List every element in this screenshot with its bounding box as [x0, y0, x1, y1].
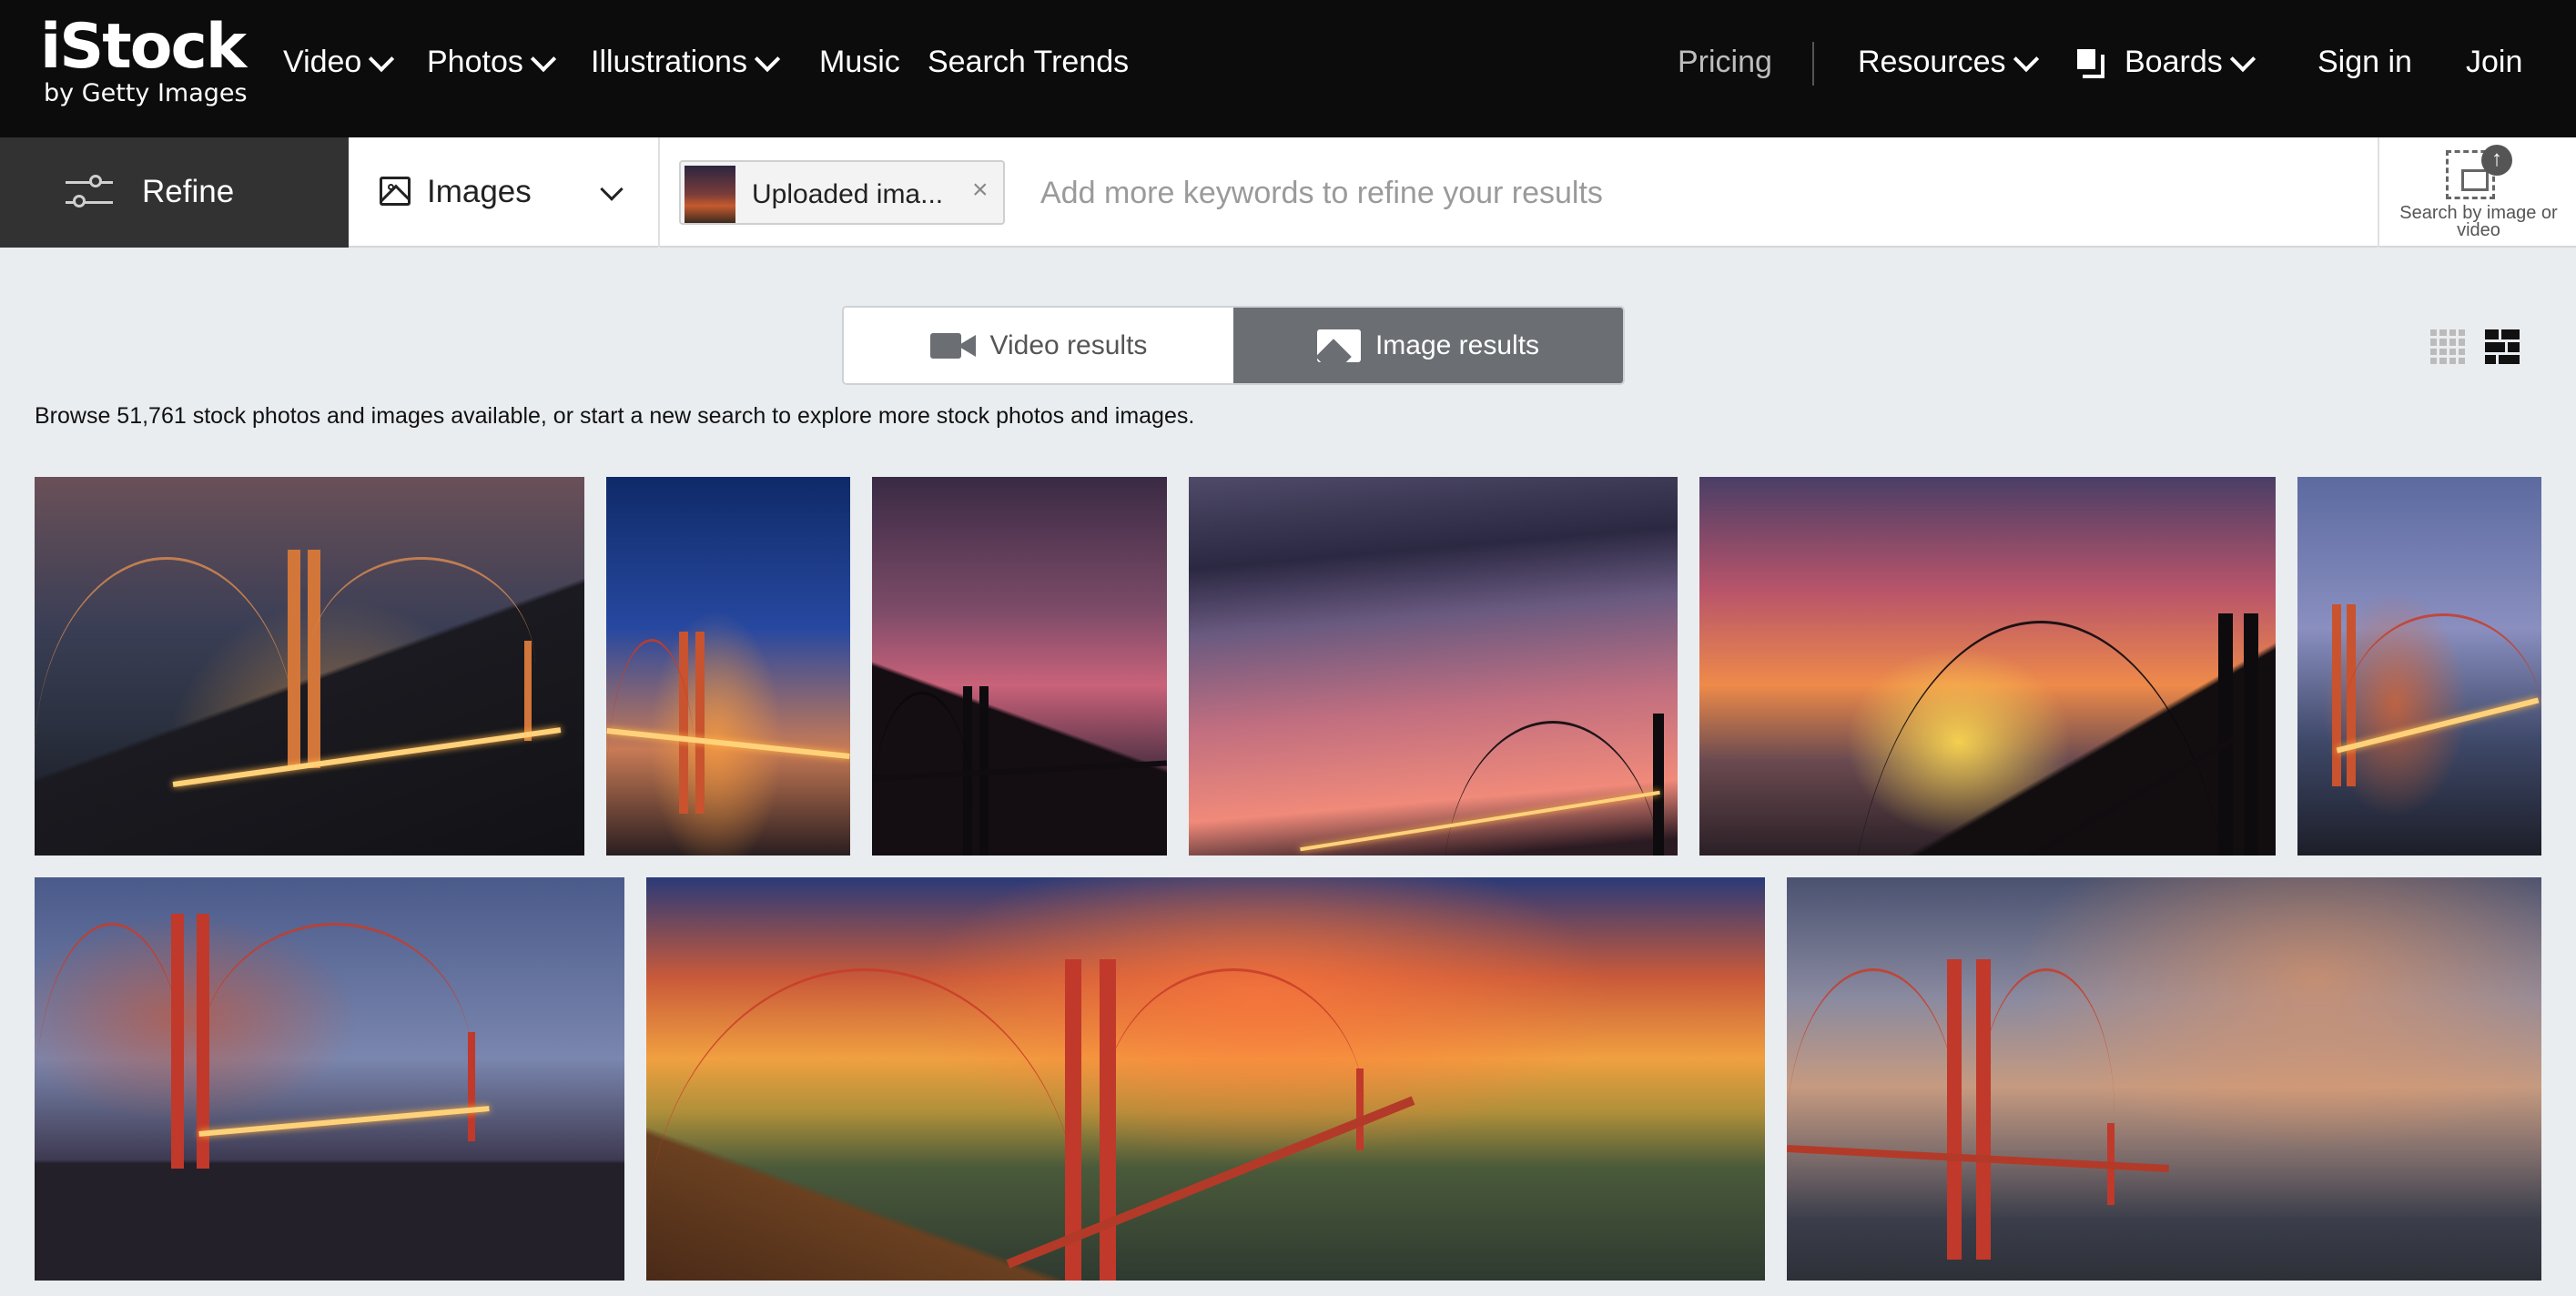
chevron-down-icon	[530, 46, 557, 73]
close-icon[interactable]: ×	[972, 175, 989, 206]
result-image[interactable]	[35, 477, 584, 856]
chevron-down-icon	[369, 46, 395, 73]
join-label: Join	[2466, 44, 2523, 79]
result-image[interactable]	[1189, 477, 1678, 856]
nav-search-trends[interactable]: Search Trends	[928, 38, 1129, 86]
search-by-image-label: Search by image or video	[2399, 203, 2558, 240]
nav-music-label: Music	[819, 44, 900, 79]
result-image[interactable]	[35, 877, 624, 1281]
mosaic-view-icon[interactable]	[2485, 329, 2520, 364]
image-icon	[380, 177, 411, 206]
chevron-down-icon	[2013, 46, 2039, 73]
join-link[interactable]: Join	[2466, 38, 2522, 86]
result-image[interactable]	[606, 477, 850, 856]
arrow-up-icon: ↑	[2481, 145, 2512, 176]
video-results-tab[interactable]: Video results	[844, 308, 1233, 383]
media-type-value: Images	[427, 174, 532, 209]
sign-in-link[interactable]: Sign in	[2317, 38, 2412, 86]
boards-icon	[2077, 49, 2104, 78]
nav-illustrations-label: Illustrations	[591, 44, 747, 79]
nav-divider	[1812, 42, 1814, 86]
result-image[interactable]	[2297, 477, 2541, 856]
sliders-icon	[66, 174, 113, 212]
nav-pricing[interactable]: Pricing	[1678, 38, 1772, 86]
nav-boards[interactable]: Boards	[2077, 38, 2256, 86]
result-image[interactable]	[646, 877, 1765, 1281]
uploaded-image-thumbnail	[685, 166, 735, 223]
nav-photos-label: Photos	[427, 44, 523, 79]
chevron-down-icon	[600, 177, 624, 201]
result-image[interactable]	[1699, 477, 2276, 856]
media-type-select[interactable]: Images	[349, 137, 660, 248]
nav-resources-label: Resources	[1858, 44, 2006, 79]
results-type-toggle: Video results Image results	[842, 306, 1625, 385]
sign-in-label: Sign in	[2317, 44, 2412, 79]
image-results-tab[interactable]: Image results	[1233, 308, 1623, 383]
image-results-label: Image results	[1374, 329, 1540, 360]
video-results-label: Video results	[989, 329, 1148, 360]
nav-illustrations[interactable]: Illustrations	[591, 38, 781, 86]
picture-icon	[1316, 329, 1361, 362]
uploaded-image-label: Uploaded ima...	[752, 179, 944, 209]
nav-search-trends-label: Search Trends	[928, 44, 1130, 79]
nav-resources[interactable]: Resources	[1858, 38, 2039, 86]
chevron-down-icon	[754, 46, 781, 73]
logo-tagline: by Getty Images	[44, 79, 248, 107]
chevron-down-icon	[2229, 46, 2256, 73]
refine-button[interactable]: Refine	[0, 137, 349, 248]
uploaded-image-chip[interactable]: Uploaded ima... ×	[679, 160, 1005, 225]
keyword-search-input[interactable]	[1016, 161, 2345, 225]
nav-music[interactable]: Music	[819, 38, 900, 86]
logo-wordmark: iStock	[40, 11, 247, 83]
nav-pricing-label: Pricing	[1678, 44, 1772, 79]
search-bar: Refine Images Uploaded ima... × ↑ Search…	[0, 137, 2576, 248]
result-image[interactable]	[872, 477, 1167, 856]
nav-video-label: Video	[283, 44, 362, 79]
video-camera-icon	[929, 331, 976, 360]
search-by-image-button[interactable]: ↑ Search by image or video	[2378, 137, 2576, 248]
nav-photos[interactable]: Photos	[427, 38, 557, 86]
refine-label: Refine	[142, 174, 235, 209]
top-navigation: iStock by Getty Images Video Photos Illu…	[0, 0, 2576, 137]
results-summary: Browse 51,761 stock photos and images av…	[35, 403, 1195, 429]
grid-view-icon[interactable]	[2430, 329, 2465, 364]
istock-logo[interactable]: iStock by Getty Images	[40, 11, 249, 107]
result-image[interactable]	[1787, 877, 2541, 1281]
nav-boards-label: Boards	[2125, 44, 2223, 79]
nav-video[interactable]: Video	[283, 38, 395, 86]
